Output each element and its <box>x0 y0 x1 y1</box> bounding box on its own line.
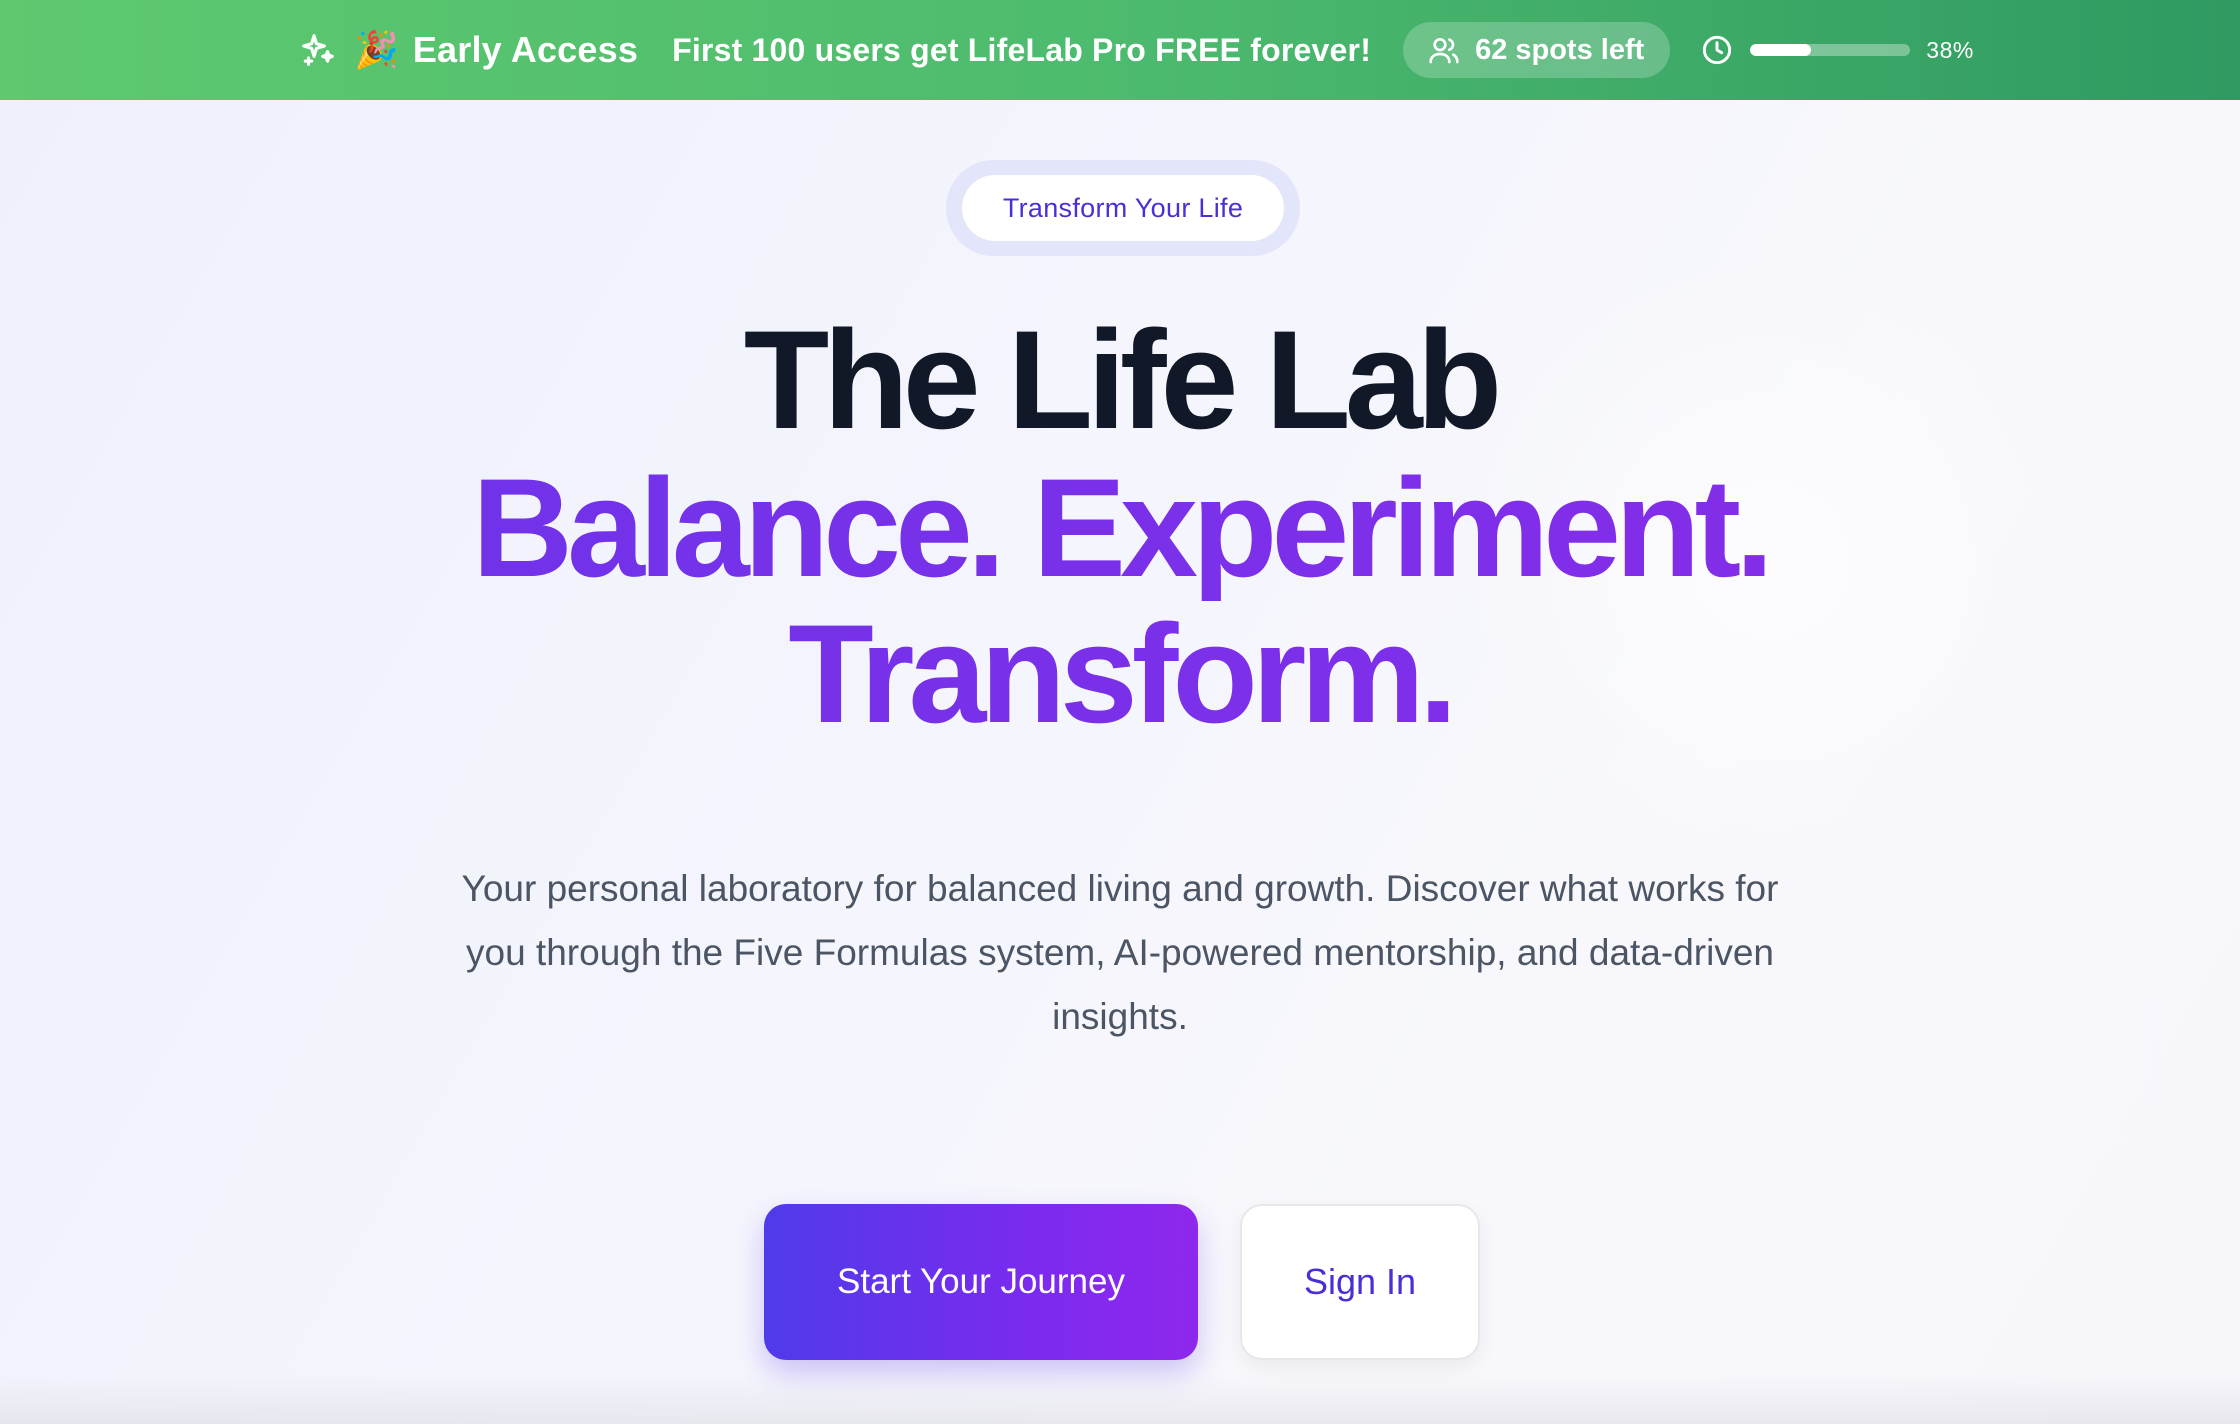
promo-banner: 🎉 Early Access First 100 users get LifeL… <box>0 0 2240 100</box>
clock-icon <box>1700 33 1734 67</box>
bottom-fade <box>0 1374 2240 1424</box>
early-access-label: Early Access <box>412 29 639 70</box>
users-icon <box>1427 33 1461 67</box>
spots-left-badge: 62 spots left <box>1403 22 1671 78</box>
hero-title: The Life Lab <box>743 301 1502 458</box>
hero-tagline-line-1: Balance. Experiment. <box>0 455 2240 601</box>
spots-progress-fill <box>1750 44 1812 56</box>
hero-tagline-line-2: Transform. <box>0 601 2240 747</box>
spots-progress-bar <box>1750 44 1911 56</box>
promo-banner-content: 🎉 Early Access First 100 users get LifeL… <box>298 0 1974 100</box>
hero-tag: Transform Your Life <box>946 160 1300 256</box>
hero-tag-label: Transform Your Life <box>962 175 1284 241</box>
sign-in-button[interactable]: Sign In <box>1240 1204 1480 1360</box>
hero-tagline: Balance. Experiment. Transform. <box>0 455 2240 747</box>
sparkle-icon <box>298 30 338 70</box>
spots-progress-label: 38% <box>1926 36 1974 63</box>
hero-description: Your personal laboratory for balanced li… <box>461 868 1779 1037</box>
party-icon: 🎉 <box>354 29 399 70</box>
promo-message: First 100 users get LifeLab Pro FREE for… <box>672 31 1372 68</box>
start-journey-button[interactable]: Start Your Journey <box>764 1204 1198 1360</box>
spots-left-text: 62 spots left <box>1475 33 1645 66</box>
